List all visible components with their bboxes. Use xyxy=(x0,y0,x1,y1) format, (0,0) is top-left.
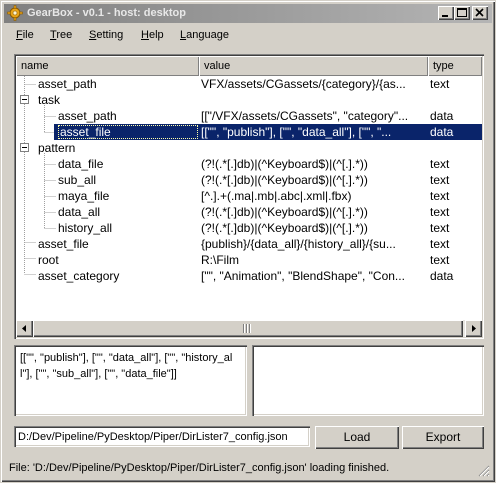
main-window: GearBox - v0.1 - host: desktop File Tree… xyxy=(0,0,496,483)
row-name: asset_path xyxy=(38,77,97,91)
row-type: data xyxy=(430,125,454,139)
row-name: data_file xyxy=(58,157,104,171)
row-type: text xyxy=(430,237,450,251)
row-value: [["", "publish"], ["", "data_all"], ["",… xyxy=(201,125,392,139)
menu-help[interactable]: Help xyxy=(141,29,164,41)
menu-help-rest: elp xyxy=(148,29,164,41)
export-button[interactable]: Export xyxy=(402,426,484,449)
menu-language-rest: anguage xyxy=(186,29,229,41)
arrow-left-icon xyxy=(22,325,26,332)
tree-row-group[interactable]: task xyxy=(16,92,482,108)
detail-right-panel[interactable] xyxy=(252,345,484,416)
minimize-icon xyxy=(442,15,448,17)
row-name: history_all xyxy=(58,221,113,235)
tree-row[interactable]: asset_path [["/VFX/assets/CGassets", "ca… xyxy=(16,108,482,124)
tree-row[interactable]: data_all (?!(.*[.]db)|(^Keyboard$)|(^[.]… xyxy=(16,204,482,220)
row-value: [^.].+(.ma|.mb|.abc|.xml|.fbx) xyxy=(201,189,352,203)
column-header-value[interactable]: value xyxy=(199,56,428,76)
row-value: VFX/assets/CGassets/{category}/{as... xyxy=(201,77,406,91)
row-name: asset_category xyxy=(38,269,120,283)
menu-setting-rest: etting xyxy=(96,29,124,41)
row-name: sub_all xyxy=(58,173,97,187)
row-type: text xyxy=(430,253,450,267)
collapse-icon[interactable] xyxy=(20,95,29,104)
menu-tree-rest: ree xyxy=(56,29,73,41)
row-name: root xyxy=(38,253,59,267)
row-type: data xyxy=(430,109,454,123)
row-name: data_all xyxy=(58,205,101,219)
row-value: {publish}/{data_all}/{history_all}/{su..… xyxy=(201,237,396,251)
detail-left-text: [["", "publish"], ["", "data_all"], ["",… xyxy=(20,352,233,380)
close-icon xyxy=(475,8,484,17)
menu-tree[interactable]: Tree xyxy=(50,29,72,41)
tree-row[interactable]: history_all (?!(.*[.]db)|(^Keyboard$)|(^… xyxy=(16,220,482,236)
row-type: text xyxy=(430,221,450,235)
row-name: pattern xyxy=(38,141,76,155)
menu-bar: File Tree Setting Help Language xyxy=(4,25,492,45)
menu-language[interactable]: Language xyxy=(180,29,229,41)
detail-left-panel[interactable]: [["", "publish"], ["", "data_all"], ["",… xyxy=(14,345,247,416)
window-title: GearBox - v0.1 - host: desktop xyxy=(27,7,186,19)
column-header-type[interactable]: type xyxy=(428,56,482,76)
menu-setting[interactable]: Setting xyxy=(89,29,123,41)
row-value: (?!(.*[.]db)|(^Keyboard$)|(^[.].*)) xyxy=(201,221,368,235)
collapse-icon[interactable] xyxy=(20,143,29,152)
row-type: text xyxy=(430,173,450,187)
row-value: (?!(.*[.]db)|(^Keyboard$)|(^[.].*)) xyxy=(201,205,368,219)
row-name: asset_path xyxy=(58,109,117,123)
row-type: text xyxy=(430,189,450,203)
row-name: task xyxy=(38,93,61,107)
tree-row[interactable]: root R:\Film text xyxy=(16,252,482,268)
row-type: text xyxy=(430,205,450,219)
row-value: [["/VFX/assets/CGassets", "category"... xyxy=(201,109,409,123)
row-value: (?!(.*[.]db)|(^Keyboard$)|(^[.].*)) xyxy=(201,157,368,171)
tree-row[interactable]: asset_category ["", "Animation", "BlendS… xyxy=(16,268,482,284)
row-type: text xyxy=(430,77,450,91)
config-tree[interactable]: name value type asset_path VFX/assets/CG… xyxy=(14,54,484,339)
row-value: R:\Film xyxy=(201,253,239,267)
menu-file[interactable]: File xyxy=(16,29,34,41)
arrow-right-icon xyxy=(472,325,476,332)
row-value: ["", "Animation", "BlendShape", "Con... xyxy=(201,269,405,283)
tree-row[interactable]: sub_all (?!(.*[.]db)|(^Keyboard$)|(^[.].… xyxy=(16,172,482,188)
scroll-right-button[interactable] xyxy=(465,320,482,337)
row-type: data xyxy=(430,269,454,283)
tree-row-selected[interactable]: asset_file [["", "publish"], ["", "data_… xyxy=(54,124,482,140)
row-type: text xyxy=(430,157,450,171)
panel-splitter[interactable] xyxy=(247,345,251,416)
tree-row[interactable]: data_file (?!(.*[.]db)|(^Keyboard$)|(^[.… xyxy=(16,156,482,172)
tree-row[interactable]: asset_path VFX/assets/CGassets/{category… xyxy=(16,76,482,92)
status-message: File: 'D:/Dev/Pipeline/PyDesktop/Piper/D… xyxy=(9,462,390,474)
title-bar[interactable]: GearBox - v0.1 - host: desktop xyxy=(4,4,492,23)
menu-file-rest: ile xyxy=(22,29,34,41)
close-button[interactable] xyxy=(472,6,488,20)
load-button[interactable]: Load xyxy=(315,426,399,449)
row-name: maya_file xyxy=(58,189,110,203)
scroll-left-button[interactable] xyxy=(16,320,33,337)
row-name: asset_file xyxy=(58,125,198,139)
tree-row-group[interactable]: pattern xyxy=(16,140,482,156)
status-bar: File: 'D:/Dev/Pipeline/PyDesktop/Piper/D… xyxy=(4,457,492,479)
gear-icon xyxy=(7,5,23,21)
row-name: asset_file xyxy=(38,237,89,251)
column-header-name[interactable]: name xyxy=(16,56,199,76)
resize-grip-icon[interactable] xyxy=(478,465,490,477)
grip-icon xyxy=(243,324,251,333)
tree-rows: asset_path VFX/assets/CGassets/{category… xyxy=(16,76,482,320)
tree-row[interactable]: maya_file [^.].+(.ma|.mb|.abc|.xml|.fbx)… xyxy=(16,188,482,204)
maximize-button[interactable] xyxy=(454,6,470,20)
config-path-input[interactable] xyxy=(14,426,310,447)
horizontal-scrollbar[interactable] xyxy=(16,320,482,337)
scrollbar-thumb[interactable] xyxy=(33,320,463,337)
maximize-icon xyxy=(457,8,467,17)
minimize-button[interactable] xyxy=(438,6,454,20)
row-value: (?!(.*[.]db)|(^Keyboard$)|(^[.].*)) xyxy=(201,173,368,187)
tree-row[interactable]: asset_file {publish}/{data_all}/{history… xyxy=(16,236,482,252)
